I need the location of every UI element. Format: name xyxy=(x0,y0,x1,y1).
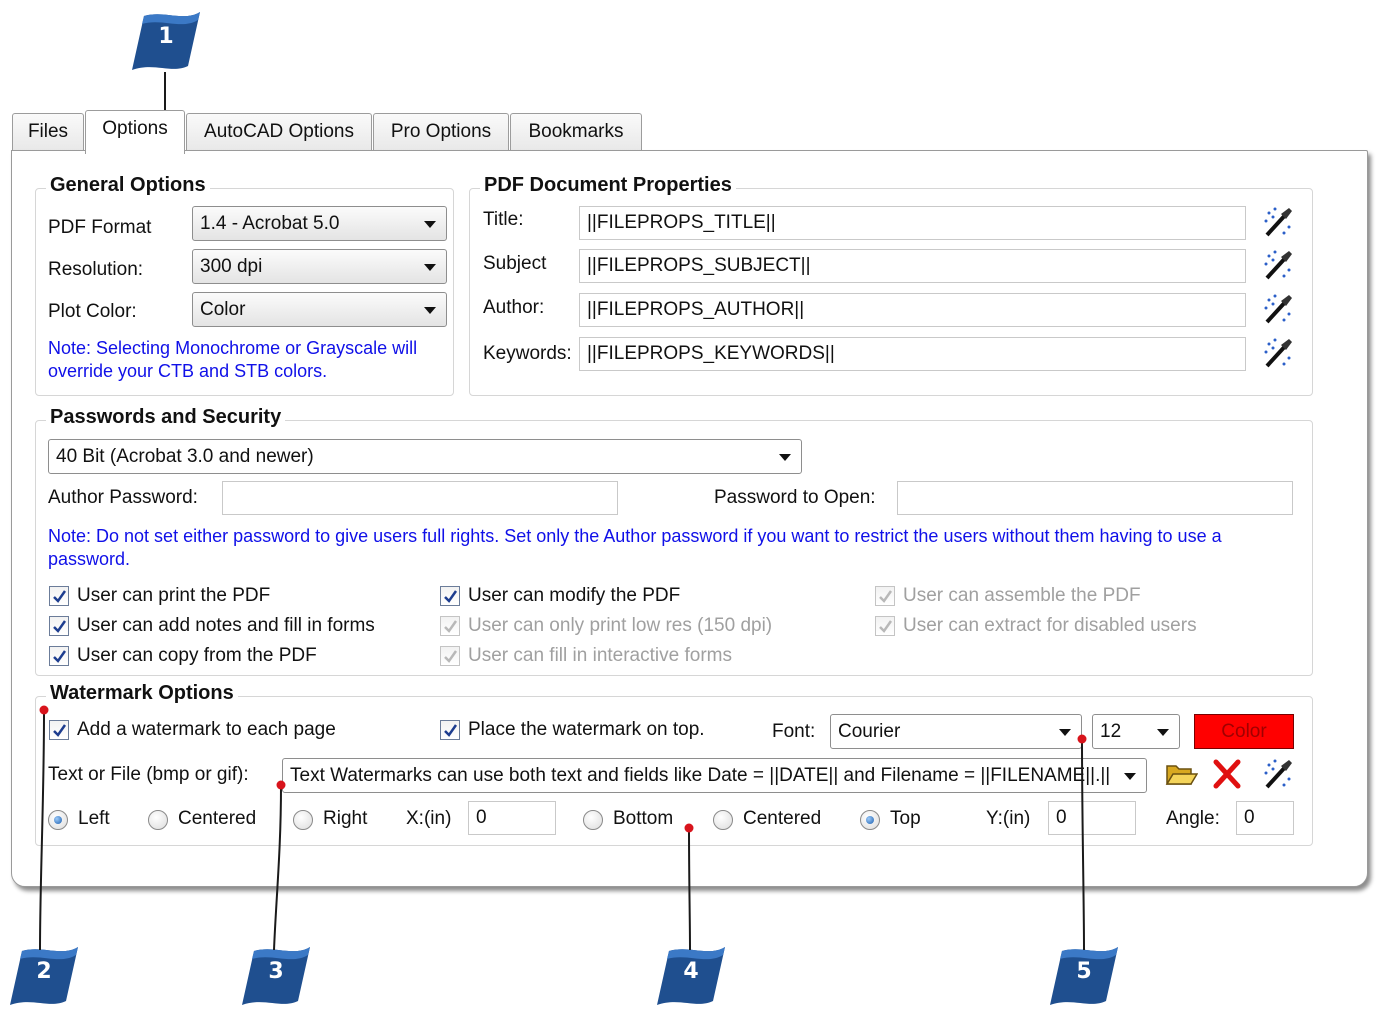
plot-color-label: Plot Color: xyxy=(48,301,137,322)
encryption-dropdown[interactable]: 40 Bit (Acrobat 3.0 and newer) xyxy=(48,439,802,474)
watermark-title: Watermark Options xyxy=(46,682,238,705)
pdf-format-dropdown[interactable]: 1.4 - Acrobat 5.0 xyxy=(192,206,447,241)
doc-author-field[interactable]: ||FILEPROPS_AUTHOR|| xyxy=(579,293,1246,327)
tab-files[interactable]: Files xyxy=(12,113,84,151)
wand-icon[interactable] xyxy=(1261,292,1295,326)
author-password-field[interactable] xyxy=(222,481,618,515)
angle-field[interactable]: 0 xyxy=(1236,801,1294,835)
callout-flag-5: 5 xyxy=(1048,945,1120,1009)
tab-bookmarks[interactable]: Bookmarks xyxy=(510,113,642,151)
font-dropdown[interactable]: Courier xyxy=(830,714,1082,749)
font-label: Font: xyxy=(772,721,816,742)
y-offset-label: Y:(in) xyxy=(986,808,1031,829)
plot-color-dropdown[interactable]: Color xyxy=(192,292,447,327)
chevron-down-icon xyxy=(424,307,436,314)
doc-subject-field[interactable]: ||FILEPROPS_SUBJECT|| xyxy=(579,249,1246,283)
doc-subject-label: Subject xyxy=(483,253,547,274)
chevron-down-icon xyxy=(1157,729,1169,736)
security-title: Passwords and Security xyxy=(46,406,286,429)
color-button[interactable]: Color xyxy=(1194,714,1294,749)
watermark-text-dropdown[interactable]: Text Watermarks can use both text and fi… xyxy=(282,758,1147,793)
watermark-text-value: Text Watermarks can use both text and fi… xyxy=(290,765,1111,786)
wand-icon[interactable] xyxy=(1261,757,1295,791)
tab-pro-options[interactable]: Pro Options xyxy=(373,113,509,151)
angle-label: Angle: xyxy=(1166,808,1220,829)
resolution-value: 300 dpi xyxy=(200,256,263,277)
wand-icon[interactable] xyxy=(1261,248,1295,282)
doc-title-label: Title: xyxy=(483,209,524,230)
font-size-dropdown[interactable]: 12 xyxy=(1092,714,1180,749)
general-options-title: General Options xyxy=(46,174,210,197)
doc-keywords-field[interactable]: ||FILEPROPS_KEYWORDS|| xyxy=(579,337,1246,371)
chevron-down-icon xyxy=(424,221,436,228)
chevron-down-icon xyxy=(779,454,791,461)
doc-properties-title: PDF Document Properties xyxy=(480,174,736,197)
open-password-field[interactable] xyxy=(897,481,1293,515)
red-x-icon[interactable] xyxy=(1210,757,1244,791)
y-offset-field[interactable]: 0 xyxy=(1048,801,1136,835)
general-note: Note: Selecting Monochrome or Grayscale … xyxy=(48,338,418,381)
callout-flag-1: 1 xyxy=(130,10,202,74)
callout-flag-2: 2 xyxy=(8,945,80,1009)
callout-flag-3: 3 xyxy=(240,945,312,1009)
tab-options[interactable]: Options xyxy=(85,110,185,154)
wand-icon[interactable] xyxy=(1261,205,1295,239)
doc-title-field[interactable]: ||FILEPROPS_TITLE|| xyxy=(579,206,1246,240)
chevron-down-icon xyxy=(1059,729,1071,736)
doc-keywords-label: Keywords: xyxy=(483,343,572,364)
chevron-down-icon xyxy=(1124,773,1136,780)
tab-autocad-options[interactable]: AutoCAD Options xyxy=(186,113,372,151)
author-password-label: Author Password: xyxy=(48,487,198,508)
wand-icon[interactable] xyxy=(1261,336,1295,370)
plot-color-value: Color xyxy=(200,299,246,320)
font-value: Courier xyxy=(838,721,901,742)
watermark-text-label: Text or File (bmp or gif): xyxy=(48,764,249,785)
callout-flag-4: 4 xyxy=(655,945,727,1009)
x-offset-field[interactable]: 0 xyxy=(468,801,556,835)
encryption-value: 40 Bit (Acrobat 3.0 and newer) xyxy=(56,446,314,467)
doc-author-label: Author: xyxy=(483,297,545,318)
open-folder-icon[interactable] xyxy=(1164,757,1199,791)
pdf-format-label: PDF Format xyxy=(48,217,152,238)
open-password-label: Password to Open: xyxy=(714,487,876,508)
security-note: Note: Do not set either password to give… xyxy=(48,526,1222,569)
font-size-value: 12 xyxy=(1100,721,1122,742)
resolution-label: Resolution: xyxy=(48,259,144,280)
resolution-dropdown[interactable]: 300 dpi xyxy=(192,249,447,284)
chevron-down-icon xyxy=(424,264,436,271)
pdf-format-value: 1.4 - Acrobat 5.0 xyxy=(200,213,340,234)
x-offset-label: X:(in) xyxy=(406,808,452,829)
